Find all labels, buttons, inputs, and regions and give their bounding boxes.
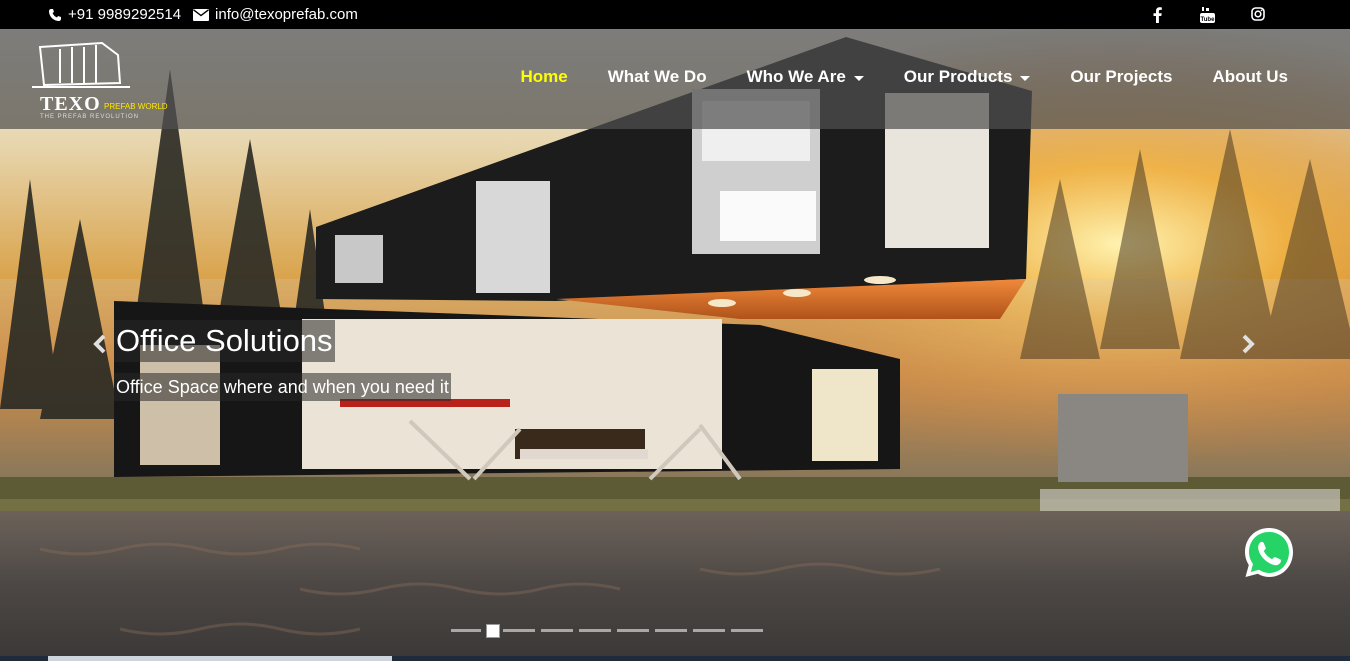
bottom-progress-bar — [48, 656, 392, 661]
nav-label: What We Do — [607, 67, 707, 86]
slide-title: Office Solutions — [114, 320, 335, 362]
caret-down-icon — [1020, 75, 1031, 81]
top-bar: +91 9989292514 info@texoprefab.com Tube — [0, 0, 1350, 29]
email-link[interactable]: info@texoprefab.com — [193, 6, 358, 23]
svg-text:Tube: Tube — [1201, 17, 1215, 23]
brand-logo[interactable]: TEXO PREFAB WORLD THE PREFAB REVOLUTION — [26, 41, 186, 121]
facebook-link[interactable] — [1152, 7, 1164, 23]
slide-indicator[interactable] — [731, 629, 763, 632]
phone-number: +91 9989292514 — [68, 6, 182, 23]
slide-indicator[interactable] — [451, 629, 481, 632]
nav-label: About Us — [1212, 67, 1288, 86]
prev-slide-button[interactable] — [92, 334, 108, 354]
nav-about-us[interactable]: About Us — [1212, 67, 1288, 87]
whatsapp-icon — [1245, 528, 1293, 577]
nav-who-we-are[interactable]: Who We Are — [747, 67, 864, 87]
instagram-icon — [1251, 7, 1265, 21]
slide-subtitle: Office Space where and when you need it — [114, 373, 451, 401]
logo-tagline: THE PREFAB REVOLUTION — [40, 114, 140, 120]
contact-info: +91 9989292514 info@texoprefab.com — [48, 6, 370, 23]
chevron-right-icon — [1242, 334, 1255, 354]
main-nav: Home What We Do Who We Are Our Products … — [481, 67, 1288, 87]
nav-label: Who We Are — [746, 67, 846, 86]
next-slide-button[interactable] — [1240, 334, 1256, 354]
nav-our-projects[interactable]: Our Projects — [1070, 67, 1172, 87]
bottom-strip — [0, 656, 1350, 661]
phone-icon — [49, 8, 61, 21]
nav-home[interactable]: Home — [521, 67, 568, 87]
caret-down-icon — [853, 75, 864, 81]
nav-label: Our Projects — [1070, 67, 1173, 86]
slide-indicator[interactable] — [693, 629, 725, 632]
logo-suffix: PREFAB WORLD — [104, 102, 168, 111]
instagram-link[interactable] — [1251, 7, 1265, 21]
nav-our-products[interactable]: Our Products — [904, 67, 1031, 87]
email-address: info@texoprefab.com — [215, 6, 358, 23]
phone-link[interactable]: +91 9989292514 — [48, 6, 181, 23]
nav-label: Our Products — [903, 67, 1013, 86]
logo-name: TEXO — [40, 93, 101, 115]
envelope-icon — [193, 8, 210, 21]
slide-indicator[interactable] — [579, 629, 611, 632]
chevron-left-icon — [93, 334, 106, 354]
facebook-icon — [1153, 7, 1162, 23]
nav-label: Home — [520, 67, 568, 86]
slide-indicator[interactable] — [617, 629, 649, 632]
whatsapp-chat-button[interactable] — [1240, 524, 1298, 582]
site-header: TEXO PREFAB WORLD THE PREFAB REVOLUTION … — [0, 29, 1350, 129]
youtube-icon: Tube — [1200, 7, 1215, 23]
nav-what-we-do[interactable]: What We Do — [608, 67, 707, 87]
slide-indicator[interactable] — [503, 629, 535, 632]
slide-indicator[interactable] — [655, 629, 687, 632]
youtube-link[interactable]: Tube — [1200, 7, 1215, 23]
slide-indicator-active[interactable] — [486, 624, 500, 638]
slide-indicator[interactable] — [541, 629, 573, 632]
